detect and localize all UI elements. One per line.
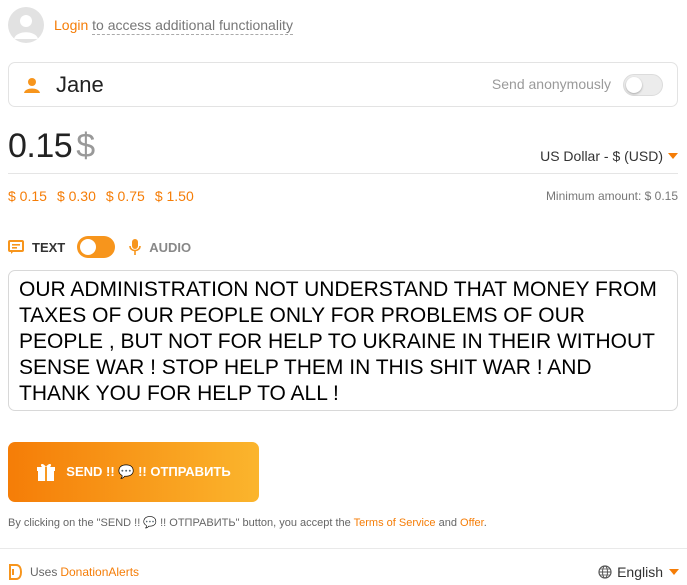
send-button[interactable]: SEND !! 💬 !! ОТПРАВИТЬ bbox=[8, 442, 259, 502]
offer-link[interactable]: Offer bbox=[460, 517, 484, 529]
terms-of-service-link[interactable]: Terms of Service bbox=[354, 517, 436, 529]
terms-notice: By clicking on the "SEND !! 💬 !! ОТПРАВИ… bbox=[8, 516, 487, 529]
gift-icon bbox=[37, 463, 56, 481]
globe-icon bbox=[598, 565, 612, 579]
message-textarea[interactable]: OUR ADMINISTRATION NOT UNDERSTAND THAT M… bbox=[8, 270, 678, 411]
amount-underline bbox=[8, 173, 678, 174]
terms-prefix: By clicking on the "SEND !! 💬 !! ОТПРАВИ… bbox=[8, 517, 351, 529]
send-button-label: SEND !! 💬 !! ОТПРАВИТЬ bbox=[66, 464, 231, 479]
avatar-icon bbox=[8, 7, 44, 43]
uses-label: Uses bbox=[30, 565, 58, 579]
name-field[interactable]: Jane Send anonymously bbox=[8, 62, 678, 107]
amount-presets: $ 0.15 $ 0.30 $ 0.75 $ 1.50 bbox=[8, 188, 194, 204]
preset-amount[interactable]: $ 1.50 bbox=[155, 188, 194, 204]
language-value: English bbox=[617, 564, 663, 580]
terms-and: and bbox=[438, 517, 457, 529]
microphone-icon bbox=[129, 239, 142, 255]
login-row: Login to access additional functionality bbox=[8, 6, 293, 44]
audio-mode-label[interactable]: AUDIO bbox=[149, 240, 191, 255]
preset-amount[interactable]: $ 0.75 bbox=[106, 188, 145, 204]
chevron-down-icon bbox=[668, 153, 678, 159]
text-mode-label[interactable]: TEXT bbox=[32, 240, 65, 255]
minimum-amount: Minimum amount: $ 0.15 bbox=[545, 189, 678, 203]
preset-amount[interactable]: $ 0.30 bbox=[57, 188, 96, 204]
donationalerts-icon bbox=[9, 564, 22, 580]
text-mode-icon bbox=[8, 240, 24, 254]
login-prompt-text: to access additional functionality bbox=[92, 17, 293, 35]
mode-toggle[interactable] bbox=[77, 236, 116, 258]
chevron-down-icon bbox=[669, 569, 679, 575]
amount-field[interactable]: 0.15 $ bbox=[8, 127, 95, 166]
powered-by: Uses DonationAlerts bbox=[8, 564, 139, 580]
currency-symbol: $ bbox=[76, 127, 95, 165]
message-mode-switch: TEXT AUDIO bbox=[8, 236, 191, 258]
toggle-knob bbox=[80, 239, 97, 255]
terms-suffix: . bbox=[483, 517, 487, 529]
currency-dropdown[interactable]: US Dollar - $ (USD) bbox=[540, 148, 678, 164]
currency-value: US Dollar - $ (USD) bbox=[540, 148, 663, 164]
login-prompt: Login to access additional functionality bbox=[54, 17, 293, 35]
toggle-knob bbox=[626, 77, 642, 93]
footer-divider bbox=[0, 548, 687, 549]
send-anonymously-label: Send anonymously bbox=[491, 76, 611, 92]
amount-value[interactable]: 0.15 bbox=[8, 127, 73, 165]
login-link[interactable]: Login bbox=[54, 17, 88, 33]
donationalerts-link[interactable]: DonationAlerts bbox=[60, 565, 139, 579]
name-value[interactable]: Jane bbox=[56, 72, 104, 98]
language-selector[interactable]: English bbox=[598, 564, 679, 580]
user-icon bbox=[24, 77, 40, 93]
preset-amount[interactable]: $ 0.15 bbox=[8, 188, 47, 204]
send-anonymously-toggle[interactable] bbox=[623, 74, 663, 96]
